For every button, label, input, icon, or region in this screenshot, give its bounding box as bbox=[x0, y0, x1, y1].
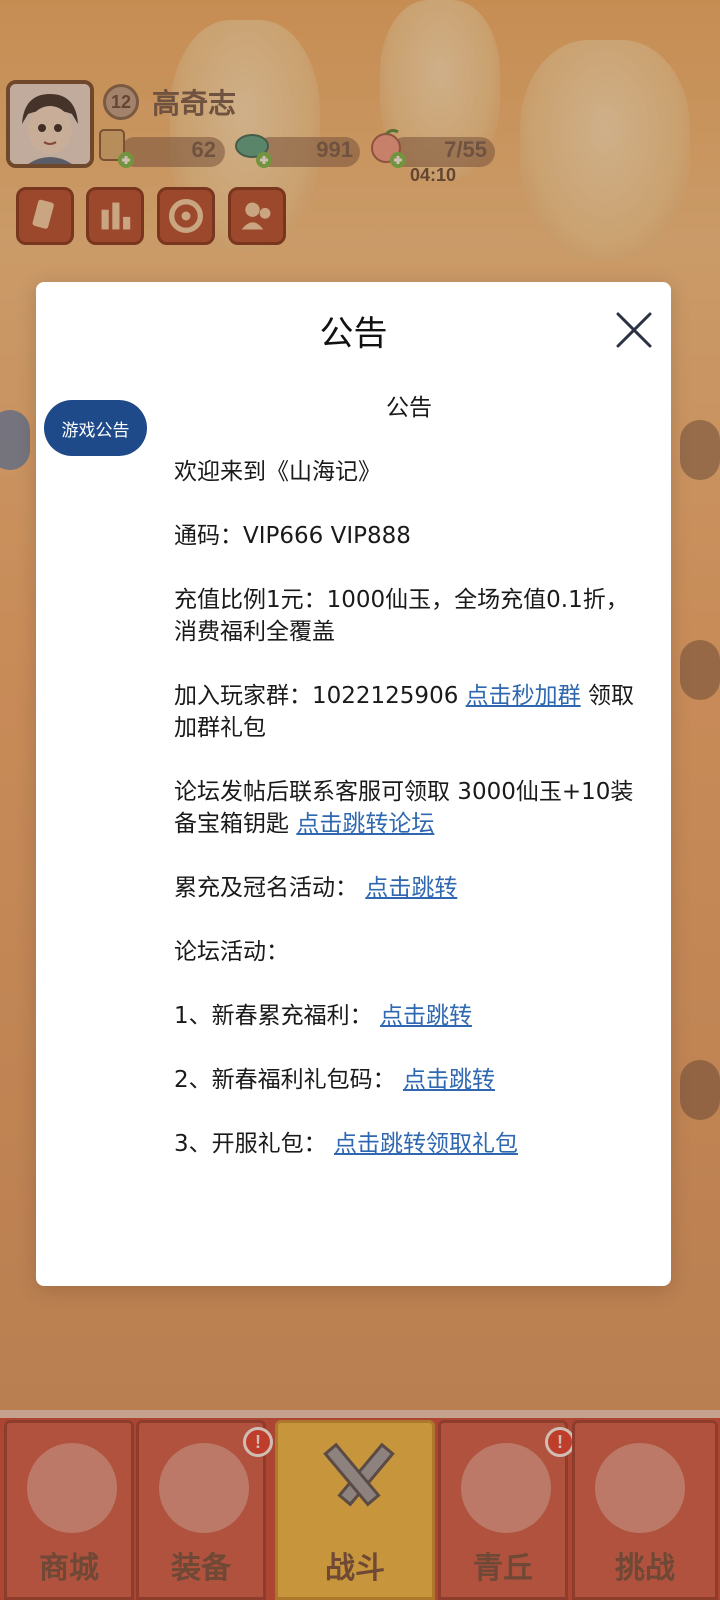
tab-game-announcement[interactable]: 游戏公告 bbox=[44, 400, 147, 456]
welcome-text: 欢迎来到《山海记》 bbox=[174, 459, 381, 485]
forum-event-item: 3、开服礼包： 点击跳转领取礼包 bbox=[174, 1128, 644, 1160]
forum-event-item: 2、新春福利礼包码： 点击跳转 bbox=[174, 1064, 644, 1096]
join-group-link[interactable]: 点击秒加群 bbox=[466, 683, 581, 709]
event-prefix-text: 累充及冠名活动： bbox=[174, 875, 358, 901]
event-link[interactable]: 点击跳转 bbox=[365, 875, 457, 901]
item3-link[interactable]: 点击跳转领取礼包 bbox=[334, 1131, 518, 1157]
item-prefix-text: 2、新春福利礼包码： bbox=[174, 1067, 396, 1093]
forum-event-item: 1、新春累充福利： 点击跳转 bbox=[174, 1000, 644, 1032]
forum-link[interactable]: 点击跳转论坛 bbox=[296, 811, 434, 837]
close-icon bbox=[616, 312, 652, 348]
modal-title: 公告 bbox=[319, 314, 388, 354]
announcement-modal: 公告 游戏公告 公告 欢迎来到《山海记》 通码：VIP666 VIP888 充值… bbox=[36, 282, 671, 1286]
close-button[interactable] bbox=[614, 310, 654, 350]
item1-link[interactable]: 点击跳转 bbox=[380, 1003, 472, 1029]
item-prefix-text: 3、开服礼包： bbox=[174, 1131, 327, 1157]
gift-codes-text: 通码：VIP666 VIP888 bbox=[174, 523, 411, 549]
forum-paragraph: 论坛发帖后联系客服可领取 3000仙玉+10装备宝箱钥匙 点击跳转论坛 bbox=[174, 776, 644, 840]
item2-link[interactable]: 点击跳转 bbox=[403, 1067, 495, 1093]
recharge-text: 充值比例1元：1000仙玉，全场充值0.1折，消费福利全覆盖 bbox=[174, 587, 629, 645]
announcement-content: 公告 欢迎来到《山海记》 通码：VIP666 VIP888 充值比例1元：100… bbox=[174, 392, 644, 1192]
event-paragraph: 累充及冠名活动： 点击跳转 bbox=[174, 872, 644, 904]
forum-events-heading: 论坛活动： bbox=[174, 939, 289, 965]
item-prefix-text: 1、新春累充福利： bbox=[174, 1003, 373, 1029]
player-group-paragraph: 加入玩家群：1022125906 点击秒加群 领取加群礼包 bbox=[174, 680, 644, 744]
group-prefix-text: 加入玩家群：1022125906 bbox=[174, 683, 466, 709]
content-title: 公告 bbox=[386, 395, 432, 421]
